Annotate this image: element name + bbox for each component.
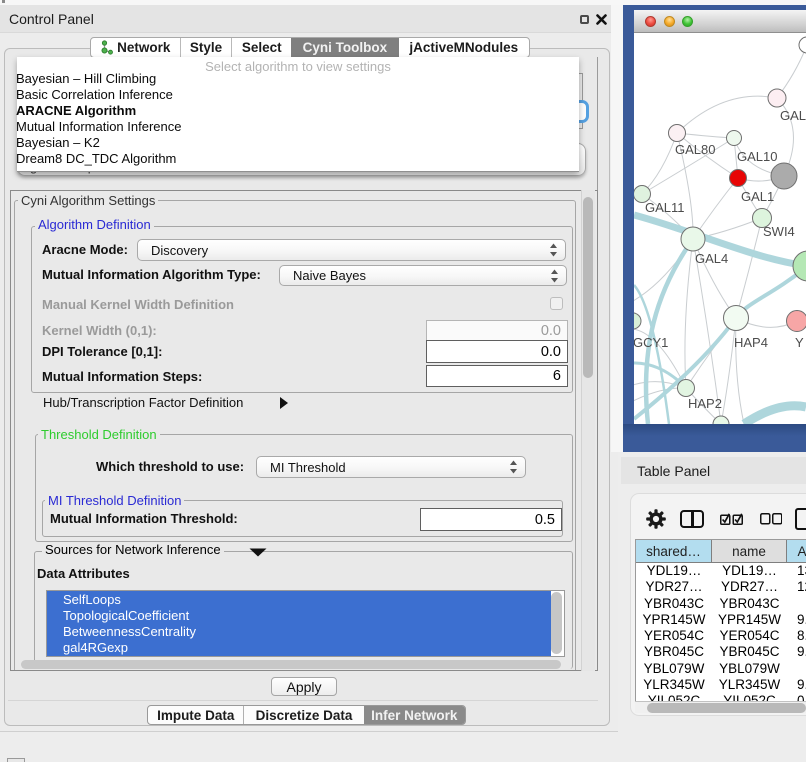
svg-text:GCY1: GCY1 [634,335,668,350]
svg-text:GAL10: GAL10 [737,149,777,164]
svg-text:GAL4: GAL4 [695,251,728,266]
svg-text:HAP2: HAP2 [688,396,722,411]
svg-text:Y: Y [795,335,804,350]
svg-text:GAL11: GAL11 [645,200,685,215]
svg-text:GAL80: GAL80 [675,142,715,157]
svg-text:HAP4: HAP4 [734,335,768,350]
svg-text:GAL7: GAL7 [780,108,806,123]
svg-text:SWI4: SWI4 [763,224,795,239]
svg-text:GAL1: GAL1 [741,189,774,204]
